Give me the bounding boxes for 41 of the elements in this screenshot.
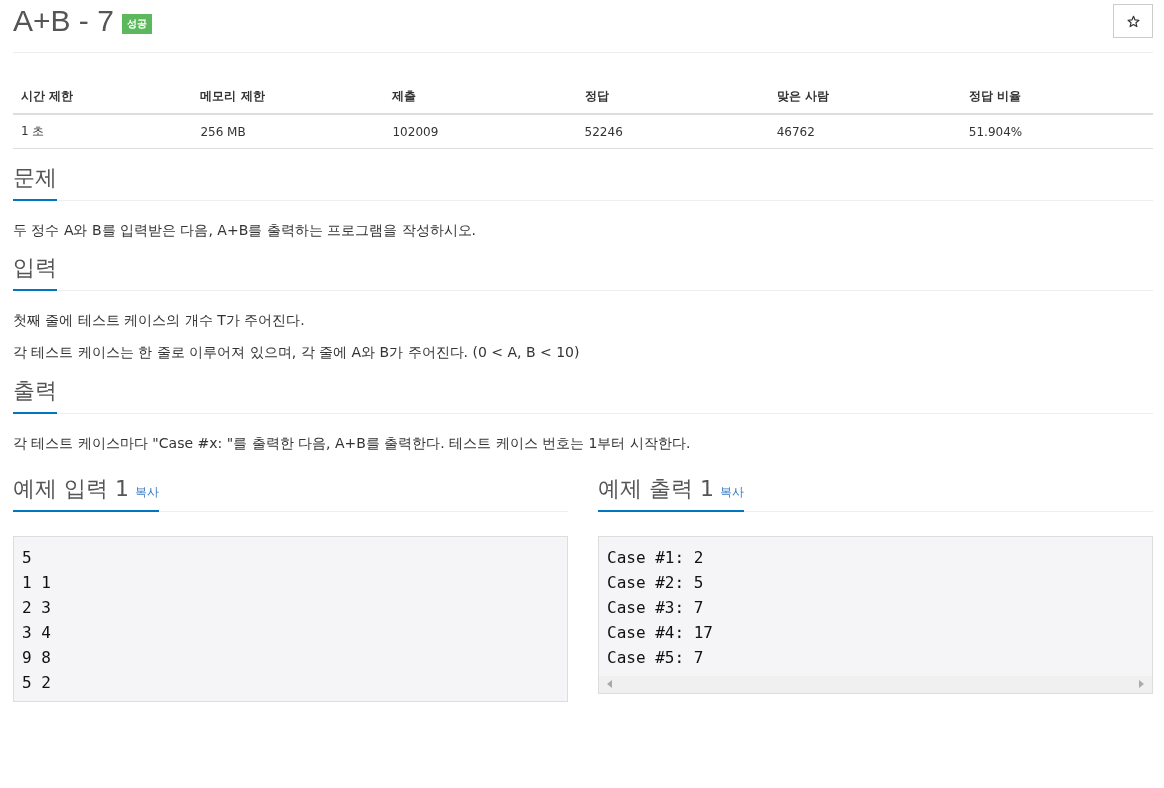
paragraph: 각 테스트 케이스마다 "Case #x: "를 출력한 다음, A+B를 출력한다. 테스트 케이스 번호는 1부터 시작한다. — [13, 433, 692, 452]
table-cell: 51.904% — [960, 114, 1153, 149]
star-icon — [1126, 14, 1140, 28]
code-line: 5 — [22, 546, 33, 569]
horizontal-scrollbar[interactable] — [599, 675, 1152, 693]
favorite-button[interactable] — [1113, 4, 1153, 38]
column-header: 제출 — [384, 80, 577, 114]
code-line: Case #1: 2 — [607, 546, 705, 569]
table-cell: 256 MB — [192, 114, 385, 149]
code-line: Case #2: 5 — [607, 571, 705, 594]
code-line: Case #4: 17 — [607, 621, 714, 644]
column-header: 정답 — [576, 80, 769, 114]
copy-link[interactable]: 복사 — [720, 483, 744, 501]
status-badge: 성공 — [121, 14, 152, 34]
section-heading: 문제 — [13, 163, 57, 201]
table-cell: 102009 — [384, 114, 577, 149]
section-heading: 입력 — [13, 253, 57, 292]
code-line: Case #5: 7 — [607, 646, 705, 669]
code-line: 1 1 — [22, 571, 52, 594]
table-cell: 52246 — [576, 114, 769, 149]
code-line: 5 2 — [22, 671, 52, 694]
code-line: 3 4 — [22, 621, 52, 644]
column-header: 맞은 사람 — [768, 80, 961, 114]
scroll-left-icon[interactable] — [607, 680, 613, 689]
paragraph: 각 테스트 케이스는 한 줄로 이루어져 있으며, 각 줄에 A와 B가 주어진다. (0 < A, B < 10) — [13, 343, 581, 362]
code-line: 9 8 — [22, 646, 52, 669]
sample-heading: 예제 입력 1 — [13, 474, 129, 503]
code-line: Case #3: 7 — [607, 596, 705, 619]
scroll-right-icon[interactable] — [1138, 680, 1144, 689]
table-cell: 46762 — [768, 114, 961, 149]
section-heading: 출력 — [13, 375, 57, 414]
problem-title: A+B - 7 — [13, 4, 114, 38]
paragraph: 첫째 줄에 테스트 케이스의 개수 T가 주어진다. — [13, 311, 306, 330]
code-line: 2 3 — [22, 596, 52, 619]
column-header: 정답 비율 — [960, 80, 1153, 114]
sample-heading: 예제 출력 1 — [598, 474, 714, 503]
column-header: 메모리 제한 — [192, 80, 385, 114]
copy-link[interactable]: 복사 — [135, 483, 159, 501]
paragraph: 두 정수 A와 B를 입력받은 다음, A+B를 출력하는 프로그램을 작성하시오. — [13, 221, 478, 240]
column-header: 시간 제한 — [13, 80, 193, 114]
table-cell: 1 초 — [13, 114, 193, 149]
